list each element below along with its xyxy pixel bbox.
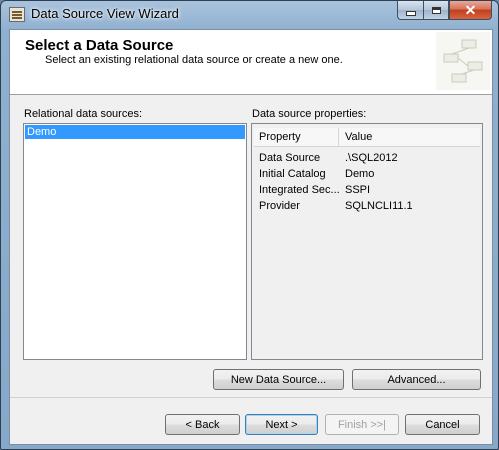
property-value: Demo <box>345 168 375 180</box>
next-button[interactable]: Next > <box>245 414 318 435</box>
finish-button: Finish >>| <box>325 414 399 435</box>
wizard-window: Data Source View Wizard ✕ Select a Data … <box>0 0 499 450</box>
property-value: SQLNCLI11.1 <box>345 200 413 212</box>
footer-divider <box>10 397 492 398</box>
close-icon: ✕ <box>464 1 477 18</box>
page-subtitle: Select an existing relational data sourc… <box>45 54 343 66</box>
list-item[interactable]: Demo <box>25 125 245 139</box>
property-name: Initial Catalog <box>259 168 326 180</box>
minimize-icon <box>405 11 416 16</box>
relational-sources-label: Relational data sources: <box>24 108 143 120</box>
table-row[interactable]: Integrated Sec... SSPI <box>252 182 482 199</box>
wizard-header-art-icon <box>436 32 490 90</box>
new-data-source-button[interactable]: New Data Source... <box>213 369 344 390</box>
title-bar[interactable]: Data Source View Wizard ✕ <box>1 1 498 27</box>
property-name: Data Source <box>259 152 321 164</box>
wizard-header: Select a Data Source Select an existing … <box>10 30 492 95</box>
relational-sources-list[interactable]: Demo <box>23 123 247 360</box>
column-separator[interactable] <box>338 128 339 146</box>
table-row[interactable]: Initial Catalog Demo <box>252 166 482 183</box>
property-name: Provider <box>259 200 300 212</box>
table-row[interactable]: Provider SQLNCLI11.1 <box>252 198 482 215</box>
property-value: .\SQL2012 <box>345 152 398 164</box>
advanced-button[interactable]: Advanced... <box>352 369 481 390</box>
maximize-button[interactable] <box>423 1 449 20</box>
property-name: Integrated Sec... <box>259 184 339 196</box>
properties-header: Property Value <box>254 128 480 147</box>
properties-grid: Property Value Data Source .\SQL2012 Ini… <box>251 123 483 360</box>
column-header-property[interactable]: Property <box>259 131 301 143</box>
caption-buttons: ✕ <box>397 1 492 21</box>
back-button[interactable]: < Back <box>165 414 240 435</box>
maximize-icon <box>431 6 441 14</box>
cancel-button[interactable]: Cancel <box>405 414 480 435</box>
page-title: Select a Data Source <box>25 37 174 54</box>
window-title: Data Source View Wizard <box>31 6 179 21</box>
minimize-button[interactable] <box>397 1 423 20</box>
column-header-value[interactable]: Value <box>345 131 372 143</box>
property-value: SSPI <box>345 184 371 196</box>
properties-label: Data source properties: <box>252 108 367 120</box>
table-row[interactable]: Data Source .\SQL2012 <box>252 150 482 167</box>
app-icon <box>9 7 25 22</box>
close-button[interactable]: ✕ <box>449 1 492 20</box>
wizard-client-area: Select a Data Source Select an existing … <box>9 29 493 445</box>
